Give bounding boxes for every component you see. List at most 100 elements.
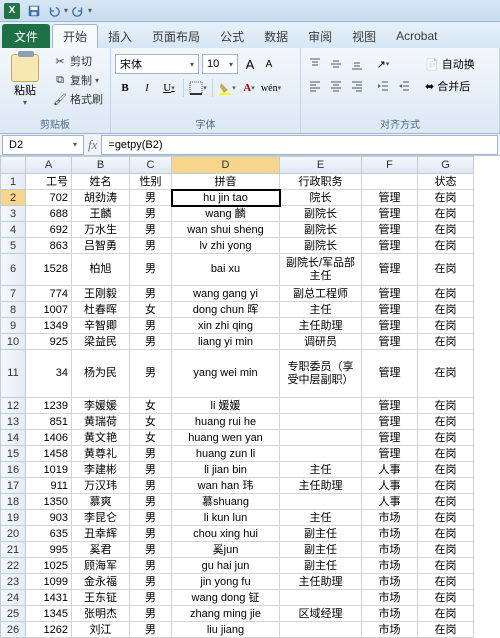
cell[interactable]: 903 — [26, 510, 72, 526]
cell[interactable]: 男 — [130, 510, 172, 526]
cell[interactable]: 男 — [130, 542, 172, 558]
align-bottom-button[interactable] — [347, 54, 367, 74]
cell[interactable]: 管理 — [362, 206, 418, 222]
row-header[interactable]: 1 — [0, 174, 26, 190]
cell[interactable]: lv zhi yong — [172, 238, 280, 254]
cell[interactable]: 在岗 — [418, 286, 474, 302]
cell[interactable]: 副总工程师 — [280, 286, 362, 302]
cell[interactable]: 黄文艳 — [72, 430, 130, 446]
column-header[interactable]: B — [72, 156, 130, 174]
cell[interactable]: 男 — [130, 606, 172, 622]
cell[interactable]: 男 — [130, 350, 172, 398]
cell[interactable]: 主任 — [280, 462, 362, 478]
cell[interactable]: 1349 — [26, 318, 72, 334]
column-header[interactable]: G — [418, 156, 474, 174]
cell[interactable]: 副院长 — [280, 238, 362, 254]
spreadsheet-grid[interactable]: ABCDEFG1工号姓名性别拼音行政职务状态2702胡劲涛男hu jin tao… — [0, 156, 500, 638]
cell[interactable]: 男 — [130, 222, 172, 238]
cell[interactable]: 管理 — [362, 334, 418, 350]
row-header[interactable]: 5 — [0, 238, 26, 254]
cell[interactable]: 男 — [130, 286, 172, 302]
cell[interactable] — [280, 414, 362, 430]
wrap-text-button[interactable]: 📄自动换 — [420, 54, 480, 74]
cell[interactable]: 男 — [130, 590, 172, 606]
cell[interactable]: wan shui sheng — [172, 222, 280, 238]
fx-icon[interactable]: fx — [88, 137, 97, 153]
cell[interactable]: 副院长 — [280, 206, 362, 222]
cell[interactable]: 1007 — [26, 302, 72, 318]
cell[interactable]: 774 — [26, 286, 72, 302]
cell[interactable]: 在岗 — [418, 254, 474, 286]
cell[interactable]: 奚君 — [72, 542, 130, 558]
underline-button[interactable]: U▾ — [159, 78, 179, 98]
cell[interactable]: 在岗 — [418, 622, 474, 638]
cell[interactable]: 1431 — [26, 590, 72, 606]
cell[interactable]: 男 — [130, 190, 172, 206]
cell[interactable]: 在岗 — [418, 542, 474, 558]
cell[interactable]: 在岗 — [418, 190, 474, 206]
cell[interactable]: 管理 — [362, 190, 418, 206]
formula-bar[interactable]: =getpy(B2) — [101, 135, 498, 155]
cell[interactable]: 635 — [26, 526, 72, 542]
cell[interactable]: 925 — [26, 334, 72, 350]
row-header[interactable]: 23 — [0, 574, 26, 590]
cell[interactable]: 专职委员（享受中层副职） — [280, 350, 362, 398]
cell[interactable]: 管理 — [362, 238, 418, 254]
cell[interactable]: 性别 — [130, 174, 172, 190]
row-header[interactable]: 19 — [0, 510, 26, 526]
orientation-button[interactable]: ↗▾ — [373, 54, 393, 74]
row-header[interactable]: 17 — [0, 478, 26, 494]
tab-insert[interactable]: 插入 — [98, 24, 142, 48]
row-header[interactable]: 24 — [0, 590, 26, 606]
cell[interactable]: 在岗 — [418, 334, 474, 350]
cell[interactable]: 1025 — [26, 558, 72, 574]
align-center-button[interactable] — [326, 76, 346, 96]
cell[interactable]: 管理 — [362, 430, 418, 446]
cell[interactable]: 行政职务 — [280, 174, 362, 190]
cell[interactable]: 丑幸辉 — [72, 526, 130, 542]
cell[interactable]: zhang ming jie — [172, 606, 280, 622]
cell[interactable]: 王刚毅 — [72, 286, 130, 302]
cell[interactable]: 副主任 — [280, 542, 362, 558]
cut-button[interactable]: ✂剪切 — [50, 52, 106, 70]
cell[interactable]: 万水生 — [72, 222, 130, 238]
row-header[interactable]: 16 — [0, 462, 26, 478]
cell[interactable]: 1262 — [26, 622, 72, 638]
cell[interactable]: 在岗 — [418, 606, 474, 622]
cell[interactable]: 1528 — [26, 254, 72, 286]
cell[interactable]: 在岗 — [418, 318, 474, 334]
format-painter-button[interactable]: 🖌格式刷 — [50, 90, 106, 108]
cell[interactable]: 管理 — [362, 446, 418, 462]
cell[interactable]: 995 — [26, 542, 72, 558]
cell[interactable]: 1406 — [26, 430, 72, 446]
tab-layout[interactable]: 页面布局 — [142, 24, 210, 48]
merge-center-button[interactable]: ⬌合并后 — [420, 76, 480, 96]
cell[interactable]: li kun lun — [172, 510, 280, 526]
tab-data[interactable]: 数据 — [254, 24, 298, 48]
cell[interactable]: hu jin tao — [172, 190, 280, 206]
cell[interactable]: 在岗 — [418, 398, 474, 414]
cell[interactable]: jin yong fu — [172, 574, 280, 590]
cell[interactable]: wang dong 钲 — [172, 590, 280, 606]
bold-button[interactable]: B — [115, 78, 135, 98]
tab-review[interactable]: 审阅 — [298, 24, 342, 48]
cell[interactable]: 主任助理 — [280, 478, 362, 494]
decrease-indent-button[interactable] — [373, 76, 393, 96]
cell[interactable]: 李建彬 — [72, 462, 130, 478]
cell[interactable]: 市场 — [362, 526, 418, 542]
tab-acrobat[interactable]: Acrobat — [386, 24, 447, 48]
cell[interactable]: 男 — [130, 334, 172, 350]
column-header[interactable]: F — [362, 156, 418, 174]
row-header[interactable]: 13 — [0, 414, 26, 430]
align-top-button[interactable] — [305, 54, 325, 74]
cell[interactable]: 女 — [130, 398, 172, 414]
column-header[interactable]: E — [280, 156, 362, 174]
cell[interactable]: 杨为民 — [72, 350, 130, 398]
phonetic-button[interactable]: wén▾ — [261, 78, 281, 98]
font-name-selector[interactable]: 宋体▾ — [115, 54, 199, 74]
qat-customize-icon[interactable]: ▾ — [88, 6, 92, 15]
cell[interactable]: 人事 — [362, 462, 418, 478]
cell[interactable]: 在岗 — [418, 446, 474, 462]
cell[interactable]: 男 — [130, 238, 172, 254]
cell[interactable]: dong chun 晖 — [172, 302, 280, 318]
